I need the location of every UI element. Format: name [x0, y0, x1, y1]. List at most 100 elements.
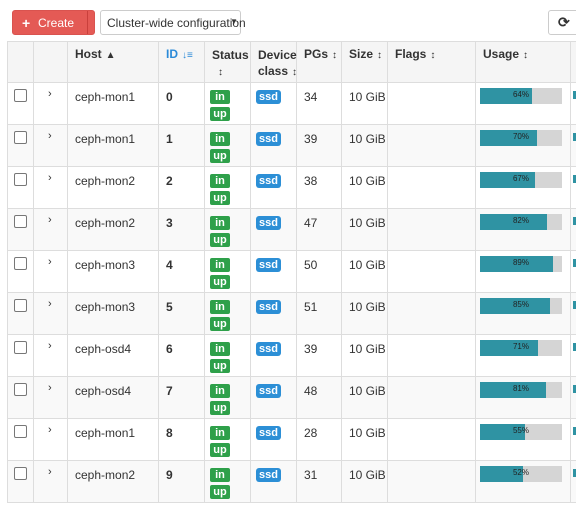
status-in-badge: in: [210, 90, 230, 104]
device-class-cell: ssd: [250, 376, 297, 419]
pgs-cell: 31: [296, 460, 342, 503]
row-checkbox[interactable]: [14, 131, 27, 144]
pgs-value: 51: [304, 300, 318, 314]
host-cell: ceph-mon2: [67, 460, 159, 503]
pgs-cell: 39: [296, 124, 342, 167]
usage-percent-label: 64%: [512, 90, 529, 99]
header-host[interactable]: Host ▲︎: [67, 41, 159, 83]
chevron-right-icon[interactable]: ›: [48, 340, 52, 352]
id-value: 2: [166, 174, 173, 188]
device-class-badge: ssd: [256, 426, 281, 440]
cluster-config-dropdown[interactable]: Cluster-wide configuration ▼: [100, 10, 246, 35]
row-checkbox[interactable]: [14, 215, 27, 228]
row-checkbox[interactable]: [14, 257, 27, 270]
flags-cell: [387, 334, 476, 377]
host-value: ceph-osd4: [75, 384, 132, 398]
table-row[interactable]: › ceph-mon1 1 in up ssd 39 10 GiB 70%: [7, 124, 576, 167]
row-checkbox[interactable]: [14, 383, 27, 396]
table-row[interactable]: › ceph-mon2 2 in up ssd 38 10 GiB 67%: [7, 166, 576, 209]
table-row[interactable]: › ceph-osd4 6 in up ssd 39 10 GiB 71%: [7, 334, 576, 377]
size-value: 10 GiB: [349, 384, 386, 398]
host-value: ceph-mon2: [75, 174, 136, 188]
status-in-badge: in: [210, 258, 230, 272]
row-checkbox[interactable]: [14, 425, 27, 438]
header-pgs[interactable]: PGs ↕: [296, 41, 342, 83]
id-value: 4: [166, 258, 173, 272]
pgs-cell: 48: [296, 376, 342, 419]
pgs-value: 28: [304, 426, 318, 440]
pgs-value: 47: [304, 216, 318, 230]
select-cell: [7, 292, 34, 335]
device-class-badge: ssd: [256, 384, 281, 398]
osd-table: Host ▲︎ ID ↓≡ Status ↕ Device class ↕ PGs ↕ Si…: [7, 41, 576, 503]
chevron-right-icon[interactable]: ›: [48, 298, 52, 310]
usage-progress-bar: 70%: [480, 130, 562, 146]
expand-cell: ›: [33, 250, 68, 293]
pgs-cell: 39: [296, 334, 342, 377]
status-up-badge: up: [210, 401, 230, 415]
select-cell: [7, 334, 34, 377]
pgs-cell: 47: [296, 208, 342, 251]
table-row[interactable]: › ceph-osd4 7 in up ssd 48 10 GiB 81%: [7, 376, 576, 419]
expand-cell: ›: [33, 124, 68, 167]
chevron-right-icon[interactable]: ›: [48, 214, 52, 226]
chevron-right-icon[interactable]: ›: [48, 382, 52, 394]
cluster-config-label: Cluster-wide configuration: [107, 16, 246, 30]
size-cell: 10 GiB: [341, 460, 388, 503]
header-device-class[interactable]: Device class ↕: [250, 41, 297, 83]
chevron-right-icon[interactable]: ›: [48, 172, 52, 184]
host-cell: ceph-mon1: [67, 124, 159, 167]
chevron-right-icon[interactable]: ›: [48, 130, 52, 142]
expand-cell: ›: [33, 376, 68, 419]
status-in-badge: in: [210, 384, 230, 398]
status-up-badge: up: [210, 443, 230, 457]
id-cell: 3: [158, 208, 205, 251]
size-cell: 10 GiB: [341, 82, 388, 125]
chevron-right-icon[interactable]: ›: [48, 256, 52, 268]
table-row[interactable]: › ceph-mon3 5 in up ssd 51 10 GiB 85%: [7, 292, 576, 335]
id-cell: 7: [158, 376, 205, 419]
size-cell: 10 GiB: [341, 292, 388, 335]
status-up-badge: up: [210, 359, 230, 373]
row-checkbox[interactable]: [14, 173, 27, 186]
table-row[interactable]: › ceph-mon1 0 in up ssd 34 10 GiB 64%: [7, 82, 576, 125]
device-class-cell: ssd: [250, 250, 297, 293]
refresh-button[interactable]: ⟳: [548, 10, 576, 35]
flags-cell: [387, 166, 476, 209]
device-class-badge: ssd: [256, 468, 281, 482]
status-cell: in up: [204, 82, 251, 125]
expand-cell: ›: [33, 82, 68, 125]
chevron-right-icon[interactable]: ›: [48, 424, 52, 436]
id-value: 9: [166, 468, 173, 482]
row-checkbox[interactable]: [14, 467, 27, 480]
sort-icon: ↕: [218, 67, 223, 78]
status-cell: in up: [204, 334, 251, 377]
row-checkbox[interactable]: [14, 299, 27, 312]
id-value: 8: [166, 426, 173, 440]
header-usage[interactable]: Usage ↕: [475, 41, 571, 83]
usage-cell: 64%: [475, 82, 571, 125]
status-cell: in up: [204, 418, 251, 461]
header-id[interactable]: ID ↓≡: [158, 41, 205, 83]
status-in-badge: in: [210, 426, 230, 440]
size-cell: 10 GiB: [341, 418, 388, 461]
status-in-badge: in: [210, 342, 230, 356]
table-row[interactable]: › ceph-mon2 9 in up ssd 31 10 GiB 52%: [7, 460, 576, 503]
header-flags-label: Flags: [395, 47, 427, 61]
table-row[interactable]: › ceph-mon3 4 in up ssd 50 10 GiB 89%: [7, 250, 576, 293]
header-status[interactable]: Status ↕: [204, 41, 251, 83]
size-value: 10 GiB: [349, 468, 386, 482]
id-cell: 5: [158, 292, 205, 335]
header-size[interactable]: Size ↕: [341, 41, 388, 83]
header-flags[interactable]: Flags ↕: [387, 41, 476, 83]
overflow-cell: [570, 334, 576, 377]
table-row[interactable]: › ceph-mon2 3 in up ssd 47 10 GiB 82%: [7, 208, 576, 251]
select-cell: [7, 208, 34, 251]
row-checkbox[interactable]: [14, 341, 27, 354]
row-checkbox[interactable]: [14, 89, 27, 102]
device-class-cell: ssd: [250, 334, 297, 377]
chevron-right-icon[interactable]: ›: [48, 88, 52, 100]
create-button[interactable]: + Create ▼: [12, 10, 103, 35]
chevron-right-icon[interactable]: ›: [48, 466, 52, 478]
table-row[interactable]: › ceph-mon1 8 in up ssd 28 10 GiB 55%: [7, 418, 576, 461]
